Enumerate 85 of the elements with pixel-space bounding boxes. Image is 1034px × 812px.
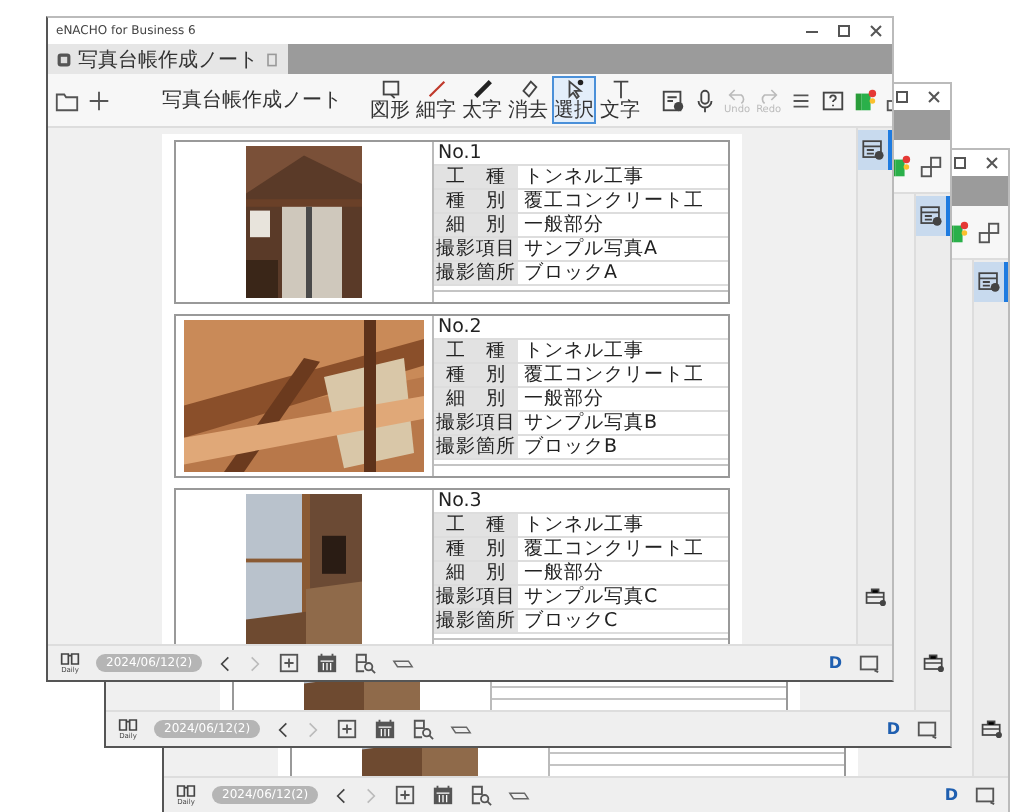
image-edit-icon[interactable]: [660, 87, 686, 113]
redo-icon: [758, 85, 779, 103]
field-value: ブロックC: [522, 610, 618, 632]
field-label: 種 別: [434, 364, 518, 386]
field-label: 撮影箇所: [434, 436, 518, 458]
help-icon[interactable]: [819, 87, 846, 113]
tool-button[interactable]: 細字: [414, 76, 458, 124]
page-search-icon[interactable]: [412, 718, 435, 740]
field-label: 細 別: [434, 562, 518, 584]
previous-icon[interactable]: [276, 719, 291, 739]
field-label: 撮影項目: [434, 586, 518, 608]
field-value: トンネル工事: [522, 514, 644, 536]
field-value: ブロックB: [522, 436, 618, 458]
previous-icon[interactable]: [334, 785, 349, 805]
marker-icon: [471, 78, 493, 100]
tool-button[interactable]: 図形: [368, 76, 412, 124]
color-palette-icon[interactable]: [851, 87, 878, 113]
popout-icon[interactable]: [976, 219, 1002, 245]
sheet-list-icon[interactable]: [916, 196, 950, 236]
field-label: 種 別: [434, 538, 518, 560]
add-page-icon[interactable]: [278, 652, 301, 674]
popout-icon[interactable]: [918, 153, 944, 179]
plus-icon[interactable]: [86, 87, 112, 113]
tool-button[interactable]: 選択: [552, 76, 596, 124]
microphone-icon[interactable]: [692, 87, 718, 113]
book-icon: [60, 652, 80, 666]
tool-button[interactable]: 消去: [506, 76, 550, 124]
field-label: 撮影項目: [434, 412, 518, 434]
page-icon: [264, 51, 280, 67]
sheet-list-icon[interactable]: [858, 130, 892, 170]
toolbox-icon[interactable]: [863, 586, 887, 608]
field-value: サンプル写真C: [522, 586, 658, 608]
field-value: サンプル写真B: [522, 412, 658, 434]
field-label: 種 別: [434, 190, 518, 212]
screen-icon[interactable]: [916, 718, 938, 740]
field-value: 一般部分: [522, 388, 604, 410]
photo-number: No.2: [436, 316, 482, 338]
text-icon: [609, 78, 631, 100]
shape-icon: [379, 78, 401, 100]
mode-button[interactable]: D: [944, 786, 958, 804]
calendar-icon[interactable]: [432, 784, 455, 806]
screen-icon[interactable]: [858, 652, 880, 674]
pointer-icon: [563, 78, 585, 100]
field-value: トンネル工事: [522, 166, 644, 188]
calendar-icon[interactable]: [316, 652, 339, 674]
field-label: 撮影箇所: [434, 610, 518, 632]
field-value: 覆工コンクリート工: [522, 190, 704, 212]
toolbox-icon[interactable]: [979, 718, 1003, 740]
field-label: 細 別: [434, 214, 518, 236]
field-label: 工 種: [434, 340, 518, 362]
page-search-icon[interactable]: [470, 784, 493, 806]
note-icon: [56, 51, 72, 67]
note-tab[interactable]: 写真台帳作成ノート: [48, 44, 288, 74]
field-label: 工 種: [434, 514, 518, 536]
field-value: 覆工コンクリート工: [522, 538, 704, 560]
field-value: ブロックA: [522, 262, 617, 284]
toolbox-icon[interactable]: [921, 652, 945, 674]
page-search-icon[interactable]: [354, 652, 377, 674]
field-value: サンプル写真A: [522, 238, 657, 260]
note-title: 写真台帳作成ノート: [162, 87, 342, 114]
field-label: 撮影箇所: [434, 262, 518, 284]
add-page-icon[interactable]: [336, 718, 359, 740]
sheet-list-icon[interactable]: [974, 262, 1008, 302]
tool-button[interactable]: 文字: [598, 76, 642, 124]
field-label: 撮影項目: [434, 238, 518, 260]
field-value: 一般部分: [522, 214, 604, 236]
book-icon: [176, 784, 196, 798]
field-label: 細 別: [434, 388, 518, 410]
previous-icon[interactable]: [218, 653, 233, 673]
eraser-icon: [517, 78, 539, 100]
pen-icon: [425, 78, 447, 100]
screen-icon[interactable]: [974, 784, 996, 806]
field-value: 覆工コンクリート工: [522, 364, 704, 386]
mode-button[interactable]: D: [828, 654, 842, 672]
mode-button[interactable]: D: [886, 720, 900, 738]
field-value: 一般部分: [522, 562, 604, 584]
add-page-icon[interactable]: [394, 784, 417, 806]
calendar-icon[interactable]: [374, 718, 397, 740]
photo-number: No.3: [436, 490, 482, 512]
field-value: トンネル工事: [522, 340, 644, 362]
undo-icon: [727, 85, 748, 103]
field-label: 工 種: [434, 166, 518, 188]
photo-number: No.1: [436, 142, 482, 164]
tool-button[interactable]: 太字: [460, 76, 504, 124]
book-icon: [118, 718, 138, 732]
